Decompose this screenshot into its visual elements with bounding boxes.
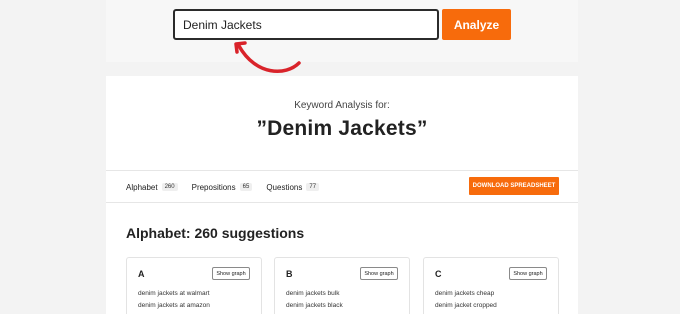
tab-alphabet[interactable]: Alphabet 260 [126,183,178,192]
suggestion-item[interactable]: denim jackets black [286,302,343,309]
letter-card-c: C Show graph denim jackets cheap denim j… [423,257,559,314]
show-graph-button[interactable]: Show graph [360,267,398,280]
tab-label: Questions [266,182,303,192]
divider [106,170,578,171]
divider [106,202,578,203]
letter-card-a: A Show graph denim jackets at walmart de… [126,257,262,314]
suggestion-item[interactable]: denim jackets at amazon [138,302,210,309]
keyword-title: ”Denim Jackets” [256,117,428,140]
tab-questions[interactable]: Questions 77 [266,182,320,192]
tab-count: 77 [306,183,320,191]
letter-label: C [435,269,442,279]
suggestion-item[interactable]: denim jacket cropped [435,302,497,309]
letter-card-b: B Show graph denim jackets bulk denim ja… [274,257,410,314]
suggestion-item[interactable]: denim jackets at walmart [138,290,210,297]
letter-label: B [286,269,293,279]
tab-label: Alphabet [126,182,158,192]
suggestion-item[interactable]: denim jackets bulk [286,290,339,297]
letter-label: A [138,269,145,279]
results-card: Keyword Analysis for: ”Denim Jackets” Al… [106,76,578,314]
results-tabs: Alphabet 260 Prepositions 65 Questions 7… [126,180,333,194]
download-spreadsheet-button[interactable]: DOWNLOAD SPREADSHEET [469,177,559,195]
suggestion-item[interactable]: denim jackets cheap [435,290,494,297]
tab-prepositions[interactable]: Prepositions 65 [192,183,253,192]
tab-label: Prepositions [191,182,236,192]
show-graph-button[interactable]: Show graph [212,267,250,280]
tab-count: 65 [239,183,253,191]
show-graph-button[interactable]: Show graph [509,267,547,280]
annotation-arrow-icon [234,41,301,74]
tab-count: 260 [161,183,178,191]
analyze-button[interactable]: Analyze [442,9,511,40]
analysis-subtitle: Keyword Analysis for: [294,100,390,111]
section-heading: Alphabet: 260 suggestions [126,225,305,241]
